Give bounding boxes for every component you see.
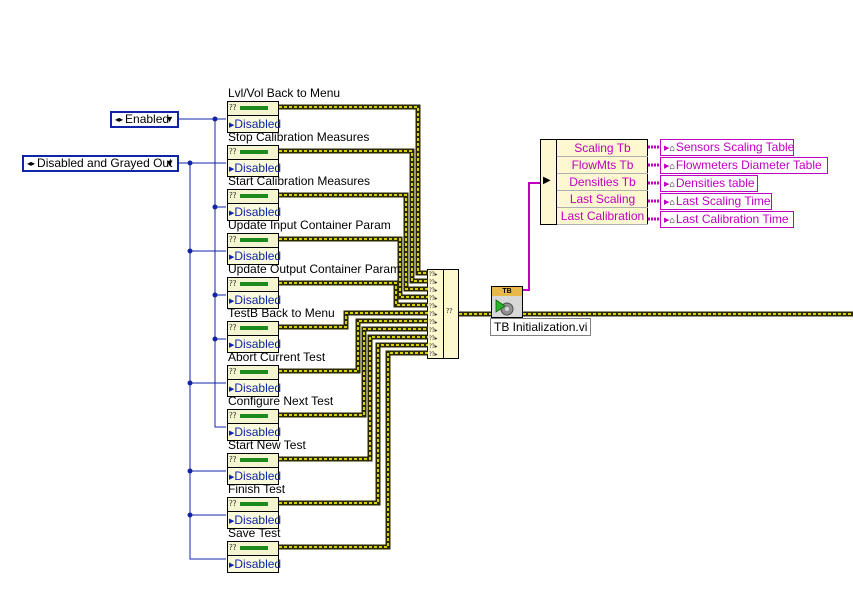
reference-icon: ⁇ bbox=[229, 455, 237, 464]
wire-junction bbox=[212, 204, 218, 210]
wire-junction bbox=[212, 116, 218, 122]
reference-icon: ⁇ bbox=[229, 499, 237, 508]
property-node-header: ⁇ bbox=[228, 234, 278, 248]
property-node-title: Abort Current Test bbox=[228, 350, 326, 364]
property-node-title: Save Test bbox=[228, 526, 281, 540]
reference-icon: ⁇ bbox=[229, 543, 237, 552]
table-cluster-wire[interactable] bbox=[523, 182, 540, 291]
property-node-header: ⁇ bbox=[228, 454, 278, 468]
property-node-header: ⁇ bbox=[228, 366, 278, 380]
property-node-header: ⁇ bbox=[228, 146, 278, 160]
property-node-header: ⁇ bbox=[228, 190, 278, 204]
property-node-title: Start Calibration Measures bbox=[228, 174, 371, 188]
property-value: Disabled bbox=[234, 117, 282, 131]
property-node-header: ⁇ bbox=[228, 410, 278, 424]
control-bar-icon bbox=[240, 414, 268, 418]
property-value: Disabled bbox=[234, 293, 282, 307]
property-disabled-row[interactable]: ▶Disabled bbox=[228, 556, 282, 572]
control-bar-icon bbox=[240, 106, 268, 110]
property-node[interactable]: ⁇ ▶Disabled bbox=[227, 145, 282, 177]
property-value: Disabled bbox=[234, 469, 282, 483]
block-diagram-wires bbox=[179, 104, 853, 560]
wire-junction bbox=[187, 380, 193, 386]
disabled-enum-wire[interactable] bbox=[179, 162, 226, 560]
property-node[interactable]: ⁇ ▶Disabled bbox=[227, 277, 282, 309]
property-node-title: Finish Test bbox=[228, 482, 286, 496]
property-value: Disabled bbox=[234, 161, 282, 175]
property-node-header: ⁇ bbox=[228, 542, 278, 556]
property-node-header: ⁇ bbox=[228, 322, 278, 336]
property-node-title: TestB Back to Menu bbox=[228, 306, 335, 320]
property-node[interactable]: ⁇ ▶Disabled bbox=[227, 497, 282, 529]
wire-junction bbox=[187, 512, 193, 518]
reference-icon: ⁇ bbox=[229, 279, 237, 288]
control-bar-icon bbox=[240, 370, 268, 374]
reference-icon: ⁇ bbox=[229, 235, 237, 244]
property-node[interactable]: ⁇ ▶Disabled bbox=[227, 453, 282, 485]
property-node-header: ⁇ bbox=[228, 102, 278, 116]
property-node-title: Configure Next Test bbox=[228, 394, 334, 408]
property-node[interactable]: ⁇ ▶Disabled bbox=[227, 321, 282, 353]
property-value: Disabled bbox=[234, 337, 282, 351]
property-node[interactable]: ⁇ ▶Disabled bbox=[227, 365, 282, 397]
reference-icon: ⁇ bbox=[229, 323, 237, 332]
enabled-enum-wire[interactable] bbox=[179, 118, 226, 428]
control-bar-icon bbox=[240, 326, 268, 330]
reference-icon: ⁇ bbox=[229, 191, 237, 200]
property-value: Disabled bbox=[234, 513, 282, 527]
property-node[interactable]: ⁇ ▶Disabled bbox=[227, 409, 282, 441]
property-value: Disabled bbox=[234, 381, 282, 395]
reference-icon: ⁇ bbox=[229, 147, 237, 156]
control-bar-icon bbox=[240, 238, 268, 242]
property-node-title: Stop Calibration Measures bbox=[228, 130, 370, 144]
property-value: Disabled bbox=[234, 249, 282, 263]
property-node-title: Lvl/Vol Back to Menu bbox=[228, 86, 341, 100]
reference-icon: ⁇ bbox=[229, 103, 237, 112]
property-node-header: ⁇ bbox=[228, 498, 278, 512]
property-value: Disabled bbox=[234, 425, 282, 439]
control-bar-icon bbox=[240, 194, 268, 198]
property-node-title: Update Input Container Param bbox=[228, 218, 391, 232]
property-node[interactable]: ⁇ ▶Disabled bbox=[227, 101, 282, 133]
wire-junction bbox=[212, 336, 218, 342]
wire-junction bbox=[187, 160, 193, 166]
property-node[interactable]: ⁇ ▶Disabled bbox=[227, 233, 282, 265]
property-value: Disabled bbox=[234, 205, 282, 219]
property-node-header: ⁇ bbox=[228, 278, 278, 292]
control-bar-icon bbox=[240, 150, 268, 154]
property-value: Disabled bbox=[234, 557, 282, 571]
property-node[interactable]: ⁇ ▶Disabled bbox=[227, 541, 282, 573]
control-bar-icon bbox=[240, 458, 268, 462]
wire-junction bbox=[212, 292, 218, 298]
property-node-title: Update Output Container Param bbox=[228, 262, 401, 276]
property-node[interactable]: ⁇ ▶Disabled bbox=[227, 189, 282, 221]
wire-junction bbox=[187, 248, 193, 254]
wire-junction bbox=[187, 468, 193, 474]
control-bar-icon bbox=[240, 282, 268, 286]
control-bar-icon bbox=[240, 546, 268, 550]
control-bar-icon bbox=[240, 502, 268, 506]
property-node-title: Start New Test bbox=[228, 438, 306, 452]
reference-icon: ⁇ bbox=[229, 411, 237, 420]
reference-icon: ⁇ bbox=[229, 367, 237, 376]
